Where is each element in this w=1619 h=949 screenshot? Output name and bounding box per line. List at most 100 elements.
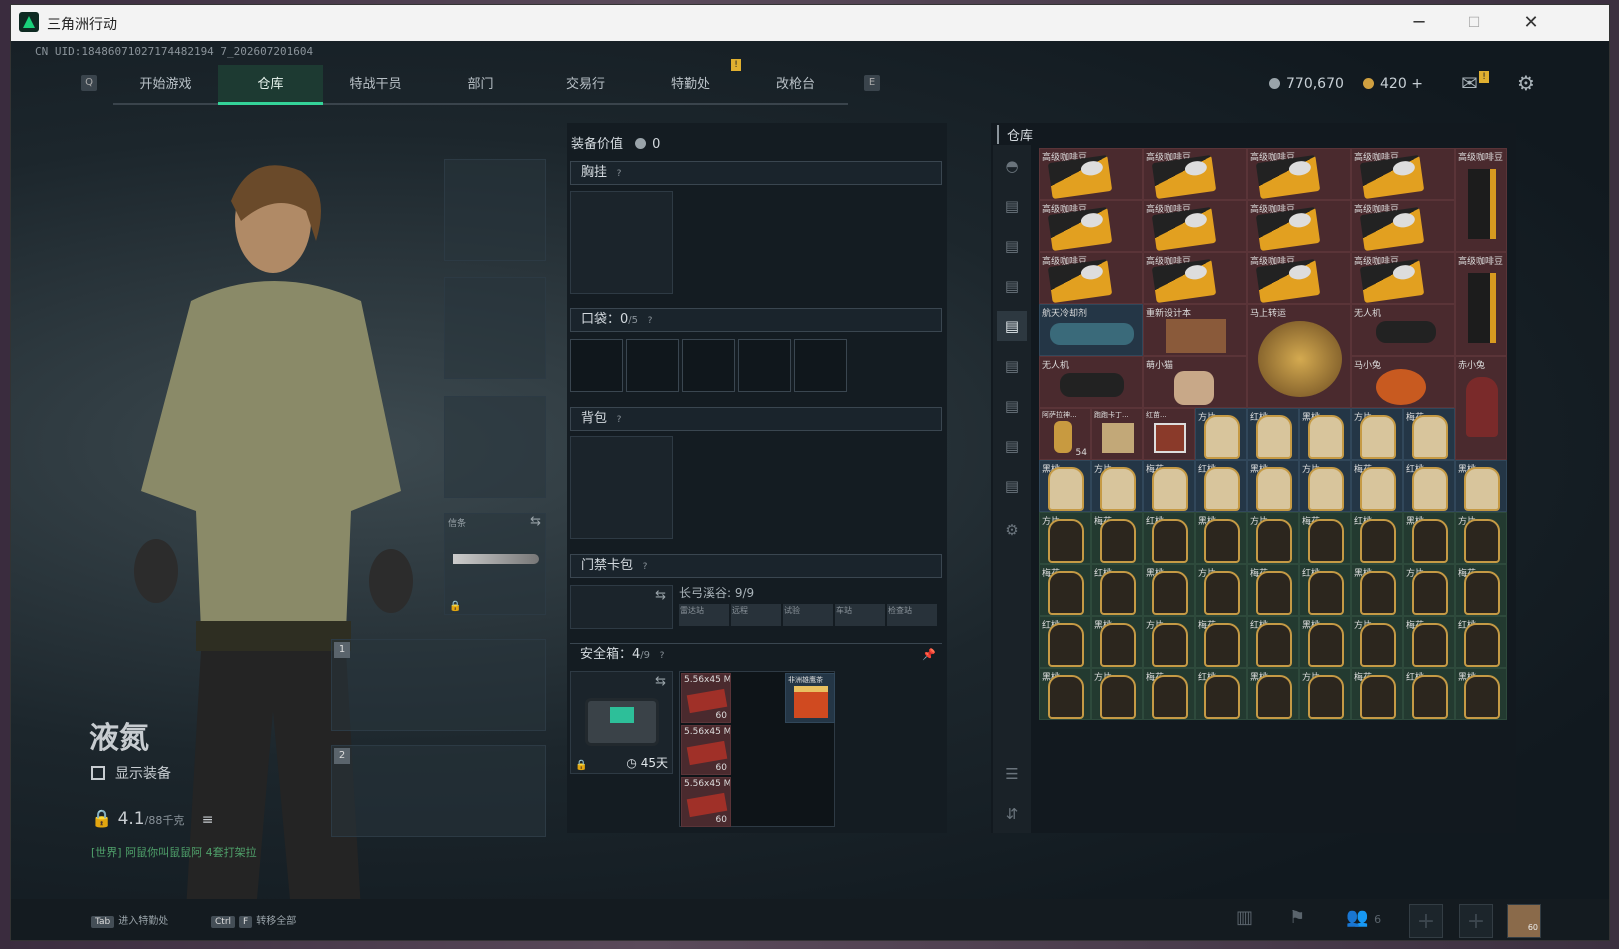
drone-item[interactable]: 无人机 bbox=[1039, 356, 1143, 408]
card-tag-item[interactable]: 梅花 bbox=[1403, 616, 1455, 668]
mail-icon[interactable]: ✉ bbox=[1461, 71, 1478, 95]
layers-icon[interactable]: ☰ bbox=[997, 759, 1027, 789]
gold-currency[interactable]: 420 + bbox=[1363, 76, 1423, 92]
silver-currency[interactable]: 770,670 bbox=[1269, 76, 1344, 92]
key-card[interactable]: 雷达站 bbox=[679, 604, 729, 626]
secondary-weapon-slot[interactable]: 2 bbox=[331, 745, 546, 837]
card-tag-item[interactable]: 方片 bbox=[1351, 408, 1403, 460]
card-tag-item[interactable]: 黑桃 bbox=[1455, 460, 1507, 512]
tab-start-game[interactable]: 开始游戏 bbox=[113, 65, 218, 105]
figure-item[interactable]: 萌小猫 bbox=[1143, 356, 1247, 408]
card-tag-item[interactable]: 黑桃 bbox=[1455, 668, 1507, 720]
invite-slot[interactable]: + bbox=[1409, 904, 1443, 938]
help-icon[interactable]: ? bbox=[613, 414, 625, 426]
pistol-slot[interactable] bbox=[444, 396, 546, 498]
swap-icon[interactable]: ⇆ bbox=[530, 514, 541, 529]
storage-7-icon[interactable]: ▤ bbox=[997, 431, 1027, 461]
primary-weapon-slot[interactable]: 1 bbox=[331, 639, 546, 731]
card-tag-item[interactable]: 梅花 bbox=[1351, 668, 1403, 720]
pocket-slot[interactable] bbox=[682, 339, 735, 392]
next-tab-key[interactable]: E bbox=[864, 75, 880, 91]
card-tag-item[interactable]: 黑桃 bbox=[1091, 616, 1143, 668]
keycase-slot[interactable]: ⇆ bbox=[570, 585, 673, 629]
coffee-bean-item[interactable]: 高级咖啡豆 bbox=[1247, 200, 1351, 252]
card-tag-item[interactable]: 红桃 bbox=[1195, 668, 1247, 720]
player-avatar[interactable]: 60 bbox=[1507, 904, 1541, 938]
show-gear-toggle[interactable]: 显示装备 bbox=[91, 763, 171, 783]
tab-warehouse[interactable]: 仓库 bbox=[218, 65, 323, 105]
card-tag-item[interactable]: 方片 bbox=[1403, 564, 1455, 616]
chest-rig-slot[interactable] bbox=[570, 191, 673, 294]
pocket-slot[interactable] bbox=[794, 339, 847, 392]
storage-4-icon[interactable]: ▤ bbox=[997, 311, 1027, 341]
storage-2-icon[interactable]: ▤ bbox=[997, 231, 1027, 261]
card-tag-item[interactable]: 方片 bbox=[1195, 564, 1247, 616]
pin-icon[interactable]: 📌 bbox=[922, 644, 936, 666]
add-gold-icon[interactable]: + bbox=[1411, 76, 1423, 92]
squad-icon[interactable]: 👥 6 bbox=[1346, 907, 1381, 928]
tab-gunsmith[interactable]: 改枪台 bbox=[743, 65, 848, 105]
coffee-bean-item[interactable]: 高级咖啡豆 bbox=[1039, 252, 1143, 304]
card-tag-item[interactable]: 梅花 bbox=[1143, 668, 1195, 720]
storage-6-icon[interactable]: ▤ bbox=[997, 391, 1027, 421]
card-tag-item[interactable]: 黑桃 bbox=[1247, 668, 1299, 720]
ammo-item[interactable]: 5.56x45 M855 60 bbox=[681, 725, 731, 775]
card-tag-item[interactable]: 方片 bbox=[1247, 512, 1299, 564]
maximize-button[interactable]: ☐ bbox=[1454, 10, 1494, 36]
map-item[interactable]: 跑跑卡丁... bbox=[1091, 408, 1143, 460]
card-tag-item[interactable]: 梅花 bbox=[1247, 564, 1299, 616]
tab-operators[interactable]: 特战干员 bbox=[323, 65, 428, 105]
figure-item[interactable]: 赤小兔 bbox=[1455, 356, 1507, 460]
coffee-bean-item[interactable]: 高级咖啡豆 bbox=[1039, 200, 1143, 252]
figure-item[interactable]: 马小兔 bbox=[1351, 356, 1455, 408]
warehouse-settings-icon[interactable]: ⚙ bbox=[997, 515, 1027, 545]
card-tag-item[interactable]: 方片 bbox=[1143, 616, 1195, 668]
card-tag-item[interactable]: 梅花 bbox=[1351, 460, 1403, 512]
card-tag-item[interactable]: 方片 bbox=[1299, 668, 1351, 720]
card-tag-item[interactable]: 黑桃 bbox=[1351, 564, 1403, 616]
card-tag-item[interactable]: 红桃 bbox=[1299, 564, 1351, 616]
card-tag-item[interactable]: 黑桃 bbox=[1143, 564, 1195, 616]
help-icon[interactable]: ? bbox=[644, 315, 656, 327]
minimize-button[interactable]: ─ bbox=[1399, 10, 1439, 36]
coffee-bean-item[interactable]: 高级咖啡豆 bbox=[1455, 148, 1507, 252]
card-tag-item[interactable]: 黑桃 bbox=[1247, 460, 1299, 512]
checkbox[interactable] bbox=[91, 766, 105, 780]
coffee-bean-item[interactable]: 高级咖啡豆 bbox=[1351, 252, 1455, 304]
card-tag-item[interactable]: 方片 bbox=[1351, 616, 1403, 668]
card-tag-item[interactable]: 梅花 bbox=[1143, 460, 1195, 512]
coffee-bean-item[interactable]: 高级咖啡豆 bbox=[1247, 252, 1351, 304]
enter-special-ops-hint[interactable]: Tab 进入特勤处 bbox=[91, 912, 168, 928]
card-tag-item[interactable]: 红桃 bbox=[1455, 616, 1507, 668]
swap-icon[interactable]: ⇆ bbox=[655, 588, 666, 603]
transit-item[interactable]: 马上转运 bbox=[1247, 304, 1351, 408]
key-card[interactable]: 检查站 bbox=[887, 604, 937, 626]
flag-icon[interactable]: ⚑ bbox=[1289, 907, 1305, 928]
card-tag-item[interactable]: 红桃 bbox=[1247, 616, 1299, 668]
pocket-slot[interactable] bbox=[626, 339, 679, 392]
coffee-bean-item[interactable]: 高级咖啡豆 bbox=[1455, 252, 1507, 356]
card-tag-item[interactable]: 方片 bbox=[1455, 512, 1507, 564]
card-tag-item[interactable]: 黑桃 bbox=[1039, 668, 1091, 720]
card-tag-item[interactable]: 红桃 bbox=[1091, 564, 1143, 616]
swap-icon[interactable]: ⇆ bbox=[655, 674, 666, 689]
storage-1-icon[interactable]: ▤ bbox=[997, 191, 1027, 221]
transfer-all-hint[interactable]: Ctrl F 转移全部 bbox=[211, 912, 296, 928]
key-card[interactable]: 车站 bbox=[835, 604, 885, 626]
ammo-item[interactable]: 5.56x45 M855 60 bbox=[681, 673, 731, 723]
storage-8-icon[interactable]: ▤ bbox=[997, 471, 1027, 501]
card-tag-item[interactable]: 黑桃 bbox=[1299, 408, 1351, 460]
notebook-item[interactable]: 重新设计本 bbox=[1143, 304, 1247, 356]
tab-department[interactable]: 部门 bbox=[428, 65, 533, 105]
help-icon[interactable]: ? bbox=[639, 561, 651, 573]
settings-gear-icon[interactable]: ⚙ bbox=[1517, 71, 1535, 95]
card-tag-item[interactable]: 黑桃 bbox=[1299, 616, 1351, 668]
card-tag-item[interactable]: 黑桃 bbox=[1195, 512, 1247, 564]
helmet-filter-icon[interactable]: ◓ bbox=[997, 151, 1027, 181]
world-chat-line[interactable]: [世界] 阿鼠你叫鼠鼠阿 4套打架拉 bbox=[91, 844, 257, 860]
tab-trading[interactable]: 交易行 bbox=[533, 65, 638, 105]
coffee-bean-item[interactable]: 高级咖啡豆 bbox=[1143, 200, 1247, 252]
ammo-item[interactable]: 5.56x45 M855 60 bbox=[681, 777, 731, 827]
card-tag-item[interactable]: 梅花 bbox=[1455, 564, 1507, 616]
tab-special-ops[interactable]: 特勤处 bbox=[638, 65, 743, 105]
